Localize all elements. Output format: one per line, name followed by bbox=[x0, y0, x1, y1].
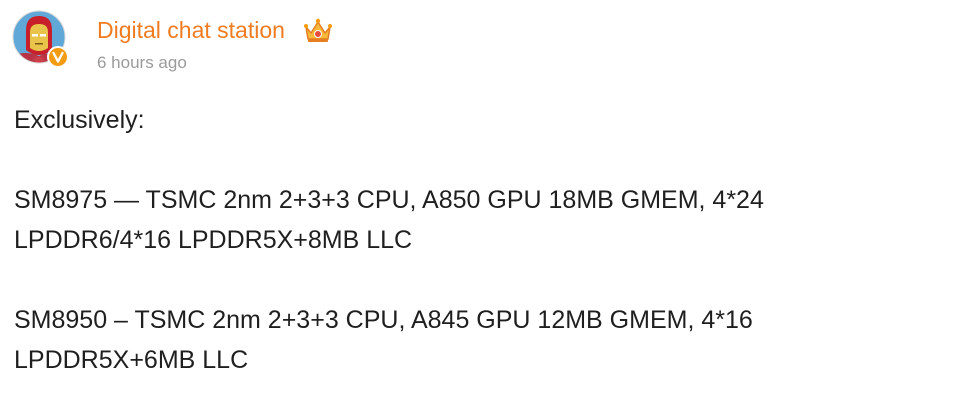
crown-badge-icon[interactable] bbox=[302, 17, 334, 45]
post-body: Exclusively: SM8975 — TSMC 2nm 2+3+3 CPU… bbox=[14, 100, 944, 380]
post-intro: Exclusively: bbox=[14, 106, 145, 134]
weibo-post: Digital chat station 6 hours ago Exclusi… bbox=[0, 0, 956, 400]
author-avatar[interactable] bbox=[12, 10, 70, 68]
iron-man-avatar-icon bbox=[12, 10, 69, 68]
author-name[interactable]: Digital chat station bbox=[97, 15, 285, 45]
post-line-sm8975-2: LPDDR6/4*16 LPDDR5X+8MB LLC bbox=[14, 226, 413, 254]
post-line-sm8950-1: SM8950 – TSMC 2nm 2+3+3 CPU, A845 GPU 12… bbox=[14, 306, 753, 334]
post-timestamp: 6 hours ago bbox=[97, 53, 187, 72]
verified-v-badge-icon bbox=[47, 46, 69, 68]
post-line-sm8975-1: SM8975 — TSMC 2nm 2+3+3 CPU, A850 GPU 18… bbox=[14, 186, 764, 214]
post-line-sm8950-2: LPDDR5X+6MB LLC bbox=[14, 346, 249, 374]
